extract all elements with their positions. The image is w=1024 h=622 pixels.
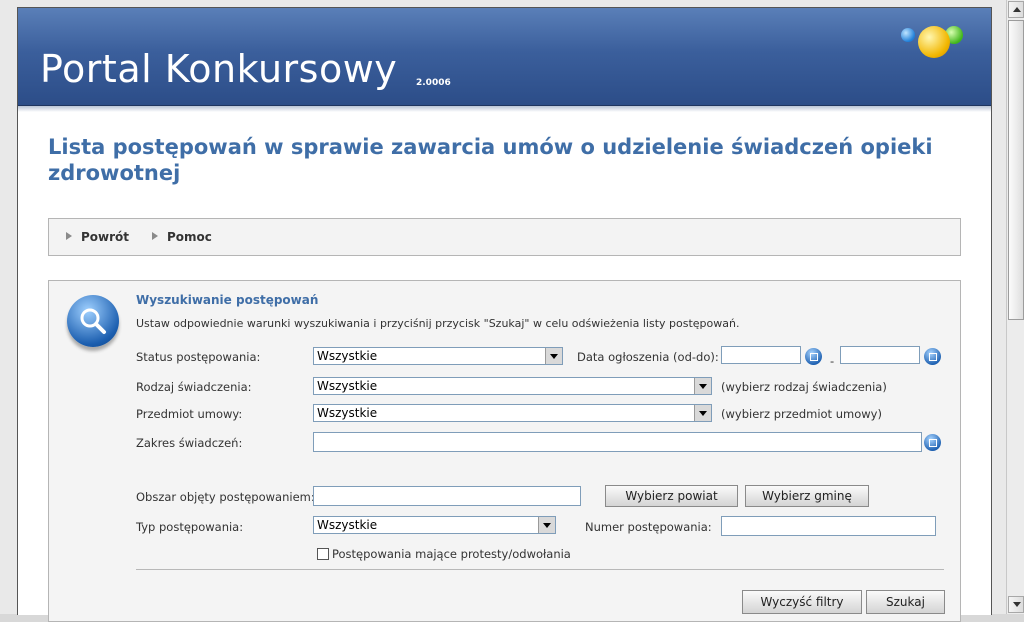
date-label: Data ogłoszenia (od-do): bbox=[577, 350, 719, 364]
yellow-ball-icon bbox=[918, 26, 950, 58]
play-arrow-icon bbox=[152, 232, 158, 240]
divider bbox=[136, 569, 944, 570]
app-version: 2.0006 bbox=[416, 78, 451, 88]
service-type-select-value: Wszystkie bbox=[317, 379, 378, 393]
logo-balls-icon bbox=[898, 22, 968, 62]
help-label: Pomoc bbox=[167, 230, 212, 244]
scroll-down-icon[interactable] bbox=[1008, 596, 1024, 613]
play-arrow-icon bbox=[66, 232, 72, 240]
subject-select[interactable]: Wszystkie bbox=[313, 404, 712, 422]
search-panel: Wyszukiwanie postępowań Ustaw odpowiedni… bbox=[48, 280, 961, 622]
number-label: Numer postępowania: bbox=[585, 520, 712, 534]
status-label: Status postępowania: bbox=[136, 350, 261, 364]
help-link[interactable]: Pomoc bbox=[152, 230, 212, 244]
subject-hint: (wybierz przedmiot umowy) bbox=[721, 407, 882, 421]
page-title: Lista postępowań w sprawie zawarcia umów… bbox=[48, 135, 933, 185]
status-select-value: Wszystkie bbox=[317, 349, 378, 363]
back-link[interactable]: Powrót bbox=[66, 230, 129, 244]
blue-ball-icon bbox=[901, 28, 915, 42]
scroll-up-icon[interactable] bbox=[1008, 1, 1024, 18]
service-type-label: Rodzaj świadczenia: bbox=[136, 380, 252, 394]
scrollbar-thumb[interactable] bbox=[1008, 20, 1024, 320]
subject-label: Przedmiot umowy: bbox=[136, 407, 243, 421]
number-field[interactable] bbox=[721, 516, 936, 536]
status-select[interactable]: Wszystkie bbox=[313, 347, 563, 365]
browser-window: Portal Konkursowy 2.0006 Lista postępowa… bbox=[0, 0, 1006, 622]
protests-checkbox[interactable] bbox=[317, 548, 329, 560]
date-separator: - bbox=[830, 354, 835, 368]
dropdown-arrow-icon[interactable] bbox=[694, 378, 711, 394]
app-title: Portal Konkursowy bbox=[40, 47, 398, 91]
calendar-icon[interactable] bbox=[805, 348, 822, 365]
dropdown-arrow-icon[interactable] bbox=[538, 517, 555, 533]
scope-label: Zakres świadczeń: bbox=[136, 436, 243, 450]
type-label: Typ postępowania: bbox=[136, 520, 244, 534]
dropdown-arrow-icon[interactable] bbox=[545, 348, 562, 364]
date-to-input[interactable] bbox=[840, 346, 920, 364]
choose-county-button[interactable]: Wybierz powiat bbox=[605, 485, 738, 507]
area-field[interactable] bbox=[313, 486, 581, 506]
dropdown-arrow-icon[interactable] bbox=[694, 405, 711, 421]
nav-toolbar: Powrót Pomoc bbox=[48, 218, 961, 256]
type-select-value: Wszystkie bbox=[317, 518, 378, 532]
date-from-input[interactable] bbox=[721, 346, 801, 364]
type-select[interactable]: Wszystkie bbox=[313, 516, 556, 534]
scope-field[interactable] bbox=[313, 432, 922, 452]
protests-label: Postępowania mające protesty/odwołania bbox=[332, 547, 571, 561]
edit-icon[interactable] bbox=[924, 434, 941, 451]
magnifier-icon bbox=[67, 295, 119, 347]
area-label: Obszar objęty postępowaniem: bbox=[136, 490, 315, 504]
page-frame: Portal Konkursowy 2.0006 Lista postępowa… bbox=[17, 7, 992, 622]
calendar-icon[interactable] bbox=[924, 348, 941, 365]
service-type-hint: (wybierz rodzaj świadczenia) bbox=[721, 380, 887, 394]
search-button[interactable]: Szukaj bbox=[866, 590, 945, 614]
back-label: Powrót bbox=[81, 230, 130, 244]
service-type-select[interactable]: Wszystkie bbox=[313, 377, 712, 395]
header-shadow bbox=[18, 106, 991, 112]
clear-filters-button[interactable]: Wyczyść filtry bbox=[742, 590, 862, 614]
subject-select-value: Wszystkie bbox=[317, 406, 378, 420]
choose-commune-button[interactable]: Wybierz gminę bbox=[745, 485, 869, 507]
search-section-title: Wyszukiwanie postępowań bbox=[136, 293, 319, 307]
header-banner: Portal Konkursowy 2.0006 bbox=[18, 8, 991, 106]
vertical-scrollbar[interactable] bbox=[1006, 0, 1024, 614]
search-section-description: Ustaw odpowiednie warunki wyszukiwania i… bbox=[136, 317, 740, 330]
